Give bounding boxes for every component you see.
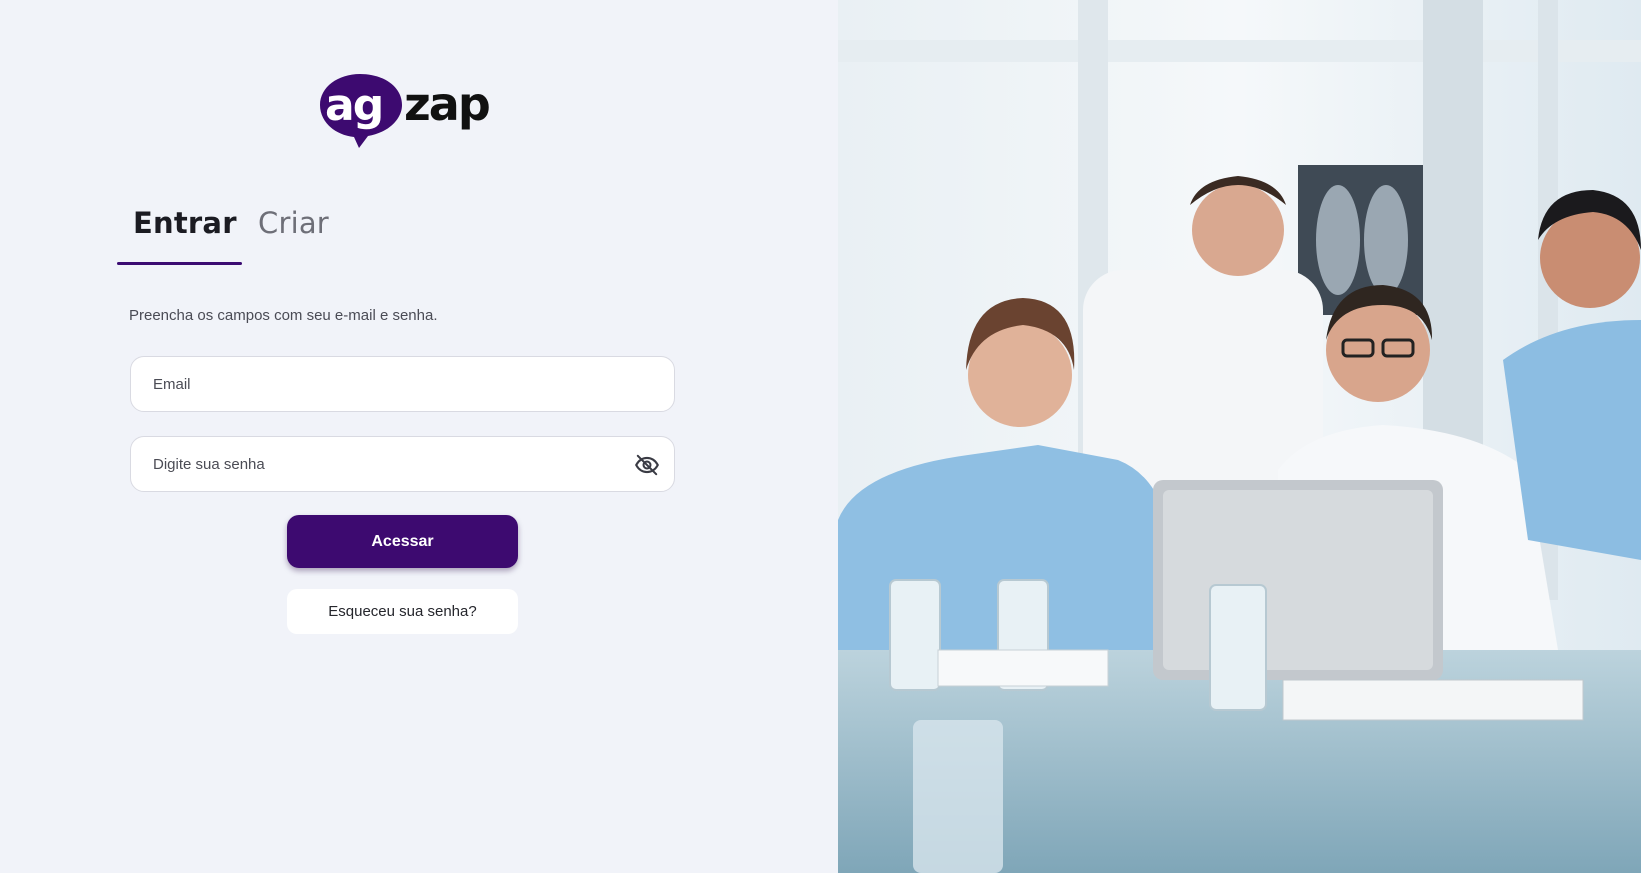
forgot-password-button[interactable]: Esqueceu sua senha? (287, 589, 518, 634)
acessar-button[interactable]: Acessar (287, 515, 518, 568)
logo-text-ag: ag (325, 80, 382, 131)
login-instruction: Preencha os campos com seu e-mail e senh… (129, 307, 438, 324)
active-tab-indicator (117, 262, 242, 265)
password-field[interactable] (130, 436, 675, 492)
login-panel: ag zap Entrar Criar Preencha os campos c… (0, 0, 838, 873)
logo-text-zap: zap (404, 77, 489, 131)
auth-tabs: Entrar Criar (117, 196, 677, 268)
medical-team-photo (838, 0, 1641, 873)
agzap-logo: ag zap (316, 70, 506, 150)
email-field[interactable] (130, 356, 675, 412)
password-input[interactable] (153, 437, 623, 491)
tab-entrar[interactable]: Entrar (133, 206, 237, 240)
eye-off-icon[interactable] (634, 452, 660, 478)
hero-image (838, 0, 1641, 873)
email-input[interactable] (153, 357, 623, 411)
tab-criar[interactable]: Criar (258, 206, 329, 240)
